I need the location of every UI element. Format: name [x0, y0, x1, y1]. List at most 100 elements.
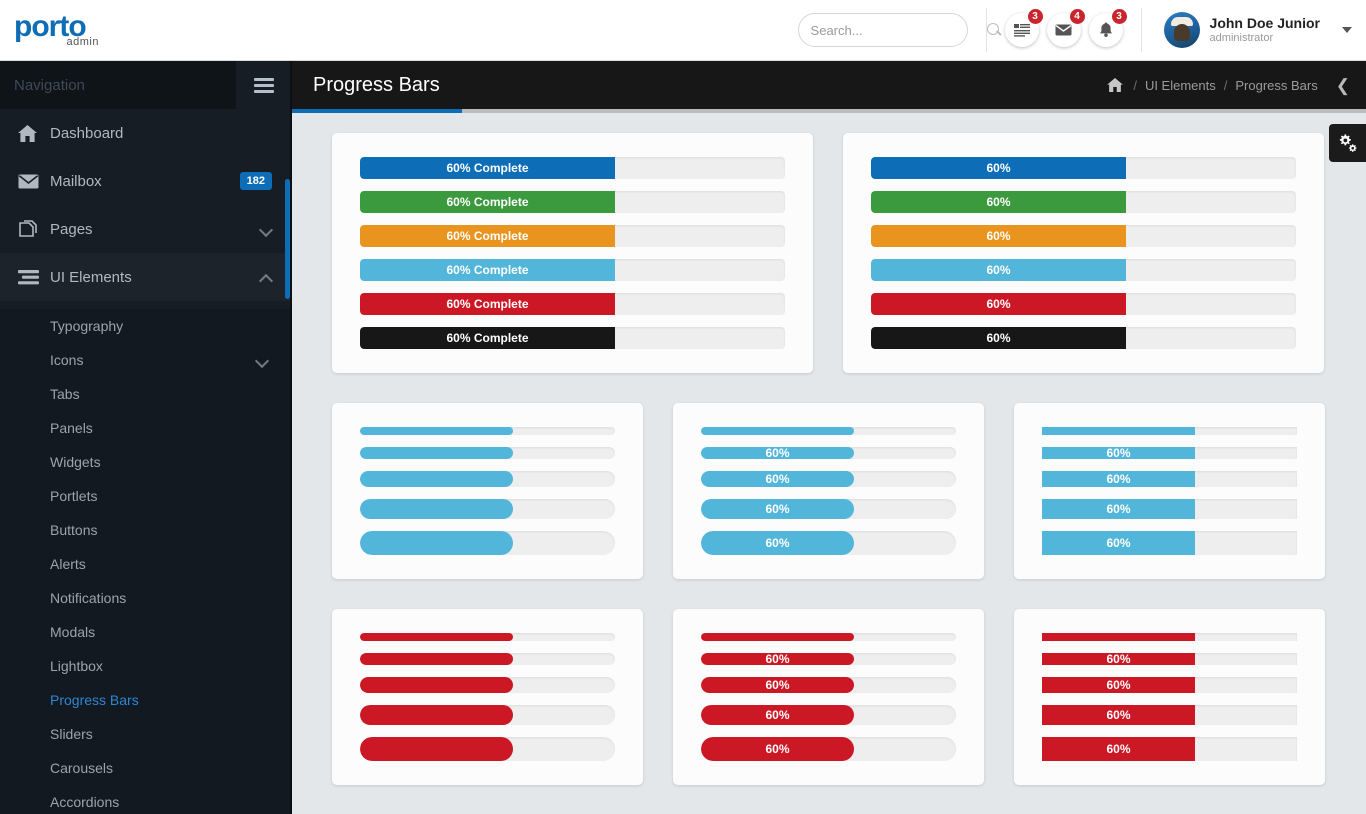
progress-bar	[360, 447, 513, 459]
progress-bar	[1042, 427, 1195, 435]
progress-track	[360, 427, 615, 435]
brand-logo[interactable]: porto admin	[0, 10, 292, 49]
user-menu[interactable]: John Doe Junior administrator	[1160, 12, 1356, 48]
search-box[interactable]	[797, 13, 999, 47]
user-role: administrator	[1209, 31, 1274, 44]
progress-bar	[701, 427, 854, 435]
sidebar-subitem-label: Lightbox	[50, 658, 103, 674]
progress-track: 60%	[701, 499, 956, 519]
progress-bar-label: 60%	[986, 195, 1011, 209]
progress-bar: 60%	[871, 327, 1126, 349]
sidebar-item-pages[interactable]: Pages	[0, 205, 292, 253]
brand-name: porto	[14, 10, 87, 43]
chevron-left-icon[interactable]: ❮	[1336, 77, 1350, 94]
progress-track: 60%	[701, 447, 956, 459]
sidebar-subitem-label: Modals	[50, 624, 96, 640]
pages-icon	[18, 219, 50, 239]
sidebar-header: Navigation	[0, 61, 292, 109]
sidebar-subitem-notifications[interactable]: Notifications	[0, 581, 292, 615]
sidebar-subitem-label: Sliders	[50, 726, 93, 742]
breadcrumb-item-ui-elements[interactable]: UI Elements	[1145, 78, 1216, 93]
sidebar-subitem-sliders[interactable]: Sliders	[0, 717, 292, 751]
progress-track	[360, 447, 615, 459]
progress-track: 60%	[701, 677, 956, 693]
sidebar-item-dashboard[interactable]: Dashboard	[0, 109, 292, 157]
progress-bar: 60% Complete	[360, 191, 615, 213]
progress-bar-label: 60%	[1106, 708, 1131, 722]
progress-bar-label: 60% Complete	[446, 331, 529, 345]
hamburger-icon	[254, 77, 274, 93]
progress-bar-label: 60%	[1106, 502, 1131, 516]
progress-bar: 60% Complete	[360, 225, 615, 247]
progress-bar-label: 60%	[765, 502, 790, 516]
sidebar-subitem-portlets[interactable]: Portlets	[0, 479, 292, 513]
ui-elements-icon	[18, 269, 50, 285]
sidebar-subitem-label: Notifications	[50, 590, 127, 606]
progress-bar-label: 60%	[1106, 536, 1131, 550]
breadcrumb-home-icon[interactable]	[1107, 78, 1124, 92]
sidebar-item-mailbox[interactable]: Mailbox 182	[0, 157, 292, 205]
progress-bar: 60%	[871, 225, 1126, 247]
tasks-icon-button[interactable]: 3	[1004, 8, 1044, 47]
sidebar-subitem-label: Portlets	[50, 488, 98, 504]
sidebar-subitem-panels[interactable]: Panels	[0, 411, 292, 445]
progress-bar	[360, 633, 513, 641]
sidebar-subitem-lightbox[interactable]: Lightbox	[0, 649, 292, 683]
progress-track	[360, 531, 615, 555]
sidebar-item-ui-elements[interactable]: UI Elements	[0, 253, 292, 301]
progress-bar-label: 60%	[765, 708, 790, 722]
chevron-down-icon[interactable]	[257, 355, 268, 366]
sidebar-subitem-progress-bars[interactable]: Progress Bars	[0, 683, 292, 717]
progress-bar	[360, 499, 513, 519]
info-solid-square-panel: 60% 60% 60% 60%	[1014, 403, 1325, 579]
sidebar-subitem-tabs[interactable]: Tabs	[0, 377, 292, 411]
sidebar-subitem-icons[interactable]: Icons	[0, 343, 292, 377]
sidebar-subitem-widgets[interactable]: Widgets	[0, 445, 292, 479]
bell-icon-button[interactable]: 3	[1088, 8, 1128, 47]
progress-track	[360, 705, 615, 725]
sidebar-subitem-label: Typography	[50, 318, 124, 334]
user-info: John Doe Junior administrator	[1210, 15, 1320, 45]
sidebar-title: Navigation	[14, 76, 85, 94]
sidebar-subitem-label: Tabs	[50, 386, 80, 402]
breadcrumb-item-progress-bars[interactable]: Progress Bars	[1235, 78, 1317, 93]
search-input[interactable]	[810, 22, 987, 38]
sidebar-item-label: Mailbox	[50, 172, 102, 190]
danger-striped-rounded-panel	[332, 609, 643, 785]
bell-badge: 3	[1110, 8, 1128, 25]
avatar	[1163, 12, 1200, 48]
sidebar-item-label: Dashboard	[50, 124, 124, 142]
page-title: Progress Bars	[313, 73, 440, 96]
tasks-icon	[1013, 24, 1030, 37]
basic-progress-panel: 60% Complete 60% Complete 60% Complete 60% …	[332, 133, 813, 373]
chevron-down-icon[interactable]	[1342, 27, 1352, 33]
progress-bar-label: 60%	[765, 742, 790, 756]
progress-track: 60%	[701, 737, 956, 761]
envelope-icon-button[interactable]: 4	[1046, 8, 1086, 47]
chevron-down-icon[interactable]	[261, 224, 272, 235]
progress-track: 60%	[701, 653, 956, 665]
sidebar-subitem-buttons[interactable]: Buttons	[0, 513, 292, 547]
sidebar-subitem-carousels[interactable]: Carousels	[0, 751, 292, 785]
progress-bar-label: 60%	[765, 536, 790, 550]
progress-bar: 60%	[701, 737, 854, 761]
progress-bar: 60%	[701, 471, 854, 487]
progress-track: 60%	[871, 225, 1296, 247]
envelope-icon	[1055, 24, 1072, 36]
progress-track: 60%	[871, 191, 1296, 213]
sidebar-subitem-typography[interactable]: Typography	[0, 309, 292, 343]
progress-bar: 60% Complete	[360, 293, 615, 315]
progress-track: 60%	[701, 471, 956, 487]
sidebar-subitem-accordions[interactable]: Accordions	[0, 785, 292, 814]
chevron-up-icon[interactable]	[261, 272, 272, 283]
sidebar-subitem-alerts[interactable]: Alerts	[0, 547, 292, 581]
progress-bar: 60%	[701, 531, 854, 555]
sidebar-item-label: Pages	[50, 220, 93, 238]
sidebar-toggle-button[interactable]	[236, 61, 292, 109]
gears-icon	[1339, 134, 1357, 152]
sidebar-subitem-modals[interactable]: Modals	[0, 615, 292, 649]
settings-gear-button[interactable]	[1329, 124, 1366, 162]
progress-track	[360, 677, 615, 693]
progress-bar: 60%	[1042, 737, 1195, 761]
progress-bar-label: 60%	[765, 472, 790, 486]
